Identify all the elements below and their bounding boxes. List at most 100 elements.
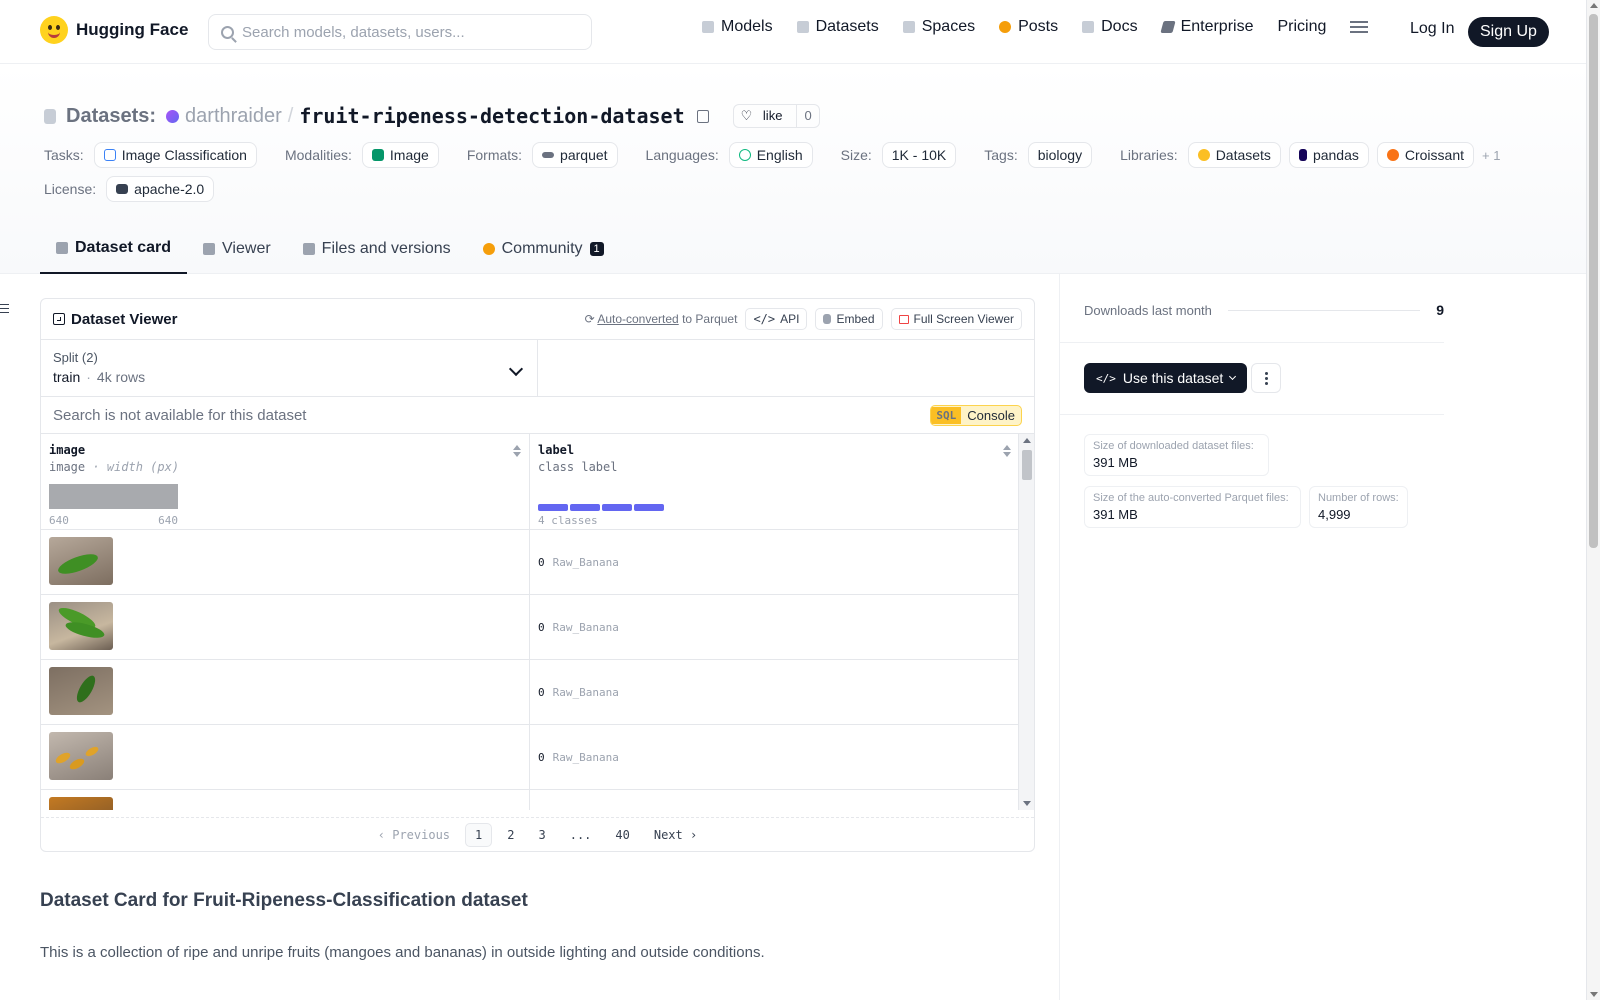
column-type-extra: width (px) [106, 460, 180, 474]
page-1[interactable]: 1 [465, 822, 493, 847]
cube-icon [56, 242, 68, 254]
fullscreen-icon [898, 314, 909, 324]
scrollbar-thumb[interactable] [1022, 450, 1032, 480]
embed-button[interactable]: Embed [815, 308, 883, 330]
label-id: 0 [538, 685, 545, 699]
viewer-title-text: Dataset Viewer [71, 310, 178, 328]
tab-viewer[interactable]: Viewer [187, 224, 287, 274]
stat-key: Size of the auto-converted Parquet files… [1093, 492, 1289, 504]
class-segment[interactable] [602, 504, 632, 511]
scroll-up-icon[interactable] [1023, 438, 1031, 443]
fruit-thumbnail[interactable] [49, 602, 113, 650]
license-chip[interactable]: apache-2.0 [106, 176, 215, 202]
library-chip-croissant[interactable]: Croissant [1376, 142, 1475, 168]
chip-label: parquet [560, 147, 608, 163]
signup-button[interactable]: Sign Up [1468, 17, 1549, 47]
chip-label: pandas [1312, 147, 1359, 163]
table-icon [53, 313, 65, 325]
fruit-thumbnail[interactable] [49, 797, 113, 810]
class-segment[interactable] [634, 504, 664, 511]
class-segment[interactable] [570, 504, 600, 511]
viewer-title: Dataset Viewer [53, 311, 177, 328]
nav-spaces[interactable]: Spaces [902, 18, 976, 36]
chip-label: Datasets [1215, 147, 1271, 163]
sort-icon[interactable] [1003, 445, 1011, 457]
label-cell: 0 Raw_Banana [530, 530, 1019, 594]
language-chip[interactable]: English [728, 142, 813, 168]
fruit-thumbnail[interactable] [49, 667, 113, 715]
nav-posts[interactable]: Posts [999, 18, 1058, 36]
label-name: Raw_Banana [552, 750, 619, 764]
nav-pricing[interactable]: Pricing [1277, 18, 1326, 36]
tag-row-1: Tasks: Image Classification Modalities: … [44, 142, 1502, 168]
class-count: 4 classes [538, 514, 598, 527]
size-chip[interactable]: 1K - 10K [881, 142, 957, 168]
button-label: Embed [836, 312, 875, 326]
use-dataset-button[interactable]: </> Use this dataset [1084, 363, 1248, 393]
globe-icon [738, 149, 751, 161]
enterprise-icon [1159, 21, 1176, 33]
nav-docs[interactable]: Docs [1082, 18, 1138, 36]
search-input[interactable]: Search models, datasets, users... [208, 14, 592, 50]
column-type-sep: · [92, 460, 100, 474]
next-page-button[interactable]: Next › [645, 824, 706, 846]
tab-label: Viewer [222, 240, 271, 257]
table-scrollbar[interactable] [1018, 434, 1034, 810]
row-count-stat: Number of rows: 4,999 [1309, 486, 1408, 528]
copy-icon[interactable] [696, 109, 709, 123]
library-chip-datasets[interactable]: Datasets [1187, 142, 1281, 168]
biology-chip[interactable]: biology [1027, 142, 1093, 168]
tab-community[interactable]: Community 1 [467, 224, 620, 274]
image-cell [41, 660, 530, 724]
task-chip[interactable]: Image Classification [93, 142, 257, 168]
fullscreen-button[interactable]: Full Screen Viewer [890, 308, 1022, 330]
more-menu-icon[interactable] [1350, 21, 1369, 33]
scroll-up-icon[interactable] [1590, 3, 1598, 8]
search-icon [221, 25, 234, 39]
login-link[interactable]: Log In [1410, 20, 1454, 38]
section-label[interactable]: Datasets: [66, 105, 156, 128]
more-options-button[interactable] [1251, 363, 1281, 393]
page-3[interactable]: 3 [529, 824, 554, 846]
fruit-thumbnail[interactable] [49, 732, 113, 780]
code-icon: </> [753, 312, 776, 326]
toc-toggle-icon[interactable] [0, 304, 9, 313]
scroll-down-icon[interactable] [1023, 801, 1031, 806]
page-scrollbar[interactable] [1586, 0, 1600, 1000]
api-button[interactable]: </> API [745, 308, 808, 330]
library-chip-pandas[interactable]: pandas [1288, 142, 1369, 168]
nav-enterprise[interactable]: Enterprise [1159, 18, 1253, 36]
tab-dataset-card[interactable]: Dataset card [40, 224, 188, 274]
page-scrollbar-thumb[interactable] [1589, 14, 1598, 548]
table-row: 0 Raw_Banana [41, 595, 1019, 660]
page-40[interactable]: 40 [606, 824, 638, 846]
label-id: 0 [538, 555, 545, 569]
sql-console-button[interactable]: SQL Console [930, 404, 1022, 426]
column-header-label[interactable]: label class label 4 classes [530, 434, 1019, 529]
chip-label: Croissant [1404, 147, 1465, 163]
tab-label: Community [501, 240, 583, 257]
nav-datasets[interactable]: Datasets [796, 18, 879, 36]
auto-converted-link[interactable]: Auto-converted [597, 312, 678, 326]
column-header-image[interactable]: image image · width (px) 640 640 [41, 434, 530, 529]
repo-owner[interactable]: darthraider [185, 105, 282, 128]
page-2[interactable]: 2 [498, 824, 523, 846]
class-segment[interactable] [538, 504, 568, 511]
fruit-thumbnail[interactable] [49, 537, 113, 585]
languages-key: Languages: [645, 147, 719, 163]
repo-name[interactable]: fruit-ripeness-detection-dataset [299, 104, 684, 128]
nav-label: Models [721, 18, 773, 35]
nav-label: Spaces [921, 18, 976, 35]
like-button[interactable]: ♡ like 0 [732, 104, 820, 128]
community-badge: 1 [589, 242, 604, 256]
format-chip[interactable]: parquet [532, 142, 618, 168]
previous-page-button[interactable]: ‹ Previous [369, 824, 459, 846]
sort-icon[interactable] [513, 445, 521, 457]
split-dropdown[interactable]: Split (2) train · 4k rows [41, 340, 538, 396]
nav-models[interactable]: Models [702, 18, 773, 36]
brand-logo[interactable]: Hugging Face [40, 16, 188, 44]
modality-chip[interactable]: Image [361, 142, 439, 168]
scroll-down-icon[interactable] [1590, 992, 1598, 997]
libraries-more[interactable]: + 1 [1482, 148, 1500, 163]
tab-files[interactable]: Files and versions [287, 224, 467, 274]
